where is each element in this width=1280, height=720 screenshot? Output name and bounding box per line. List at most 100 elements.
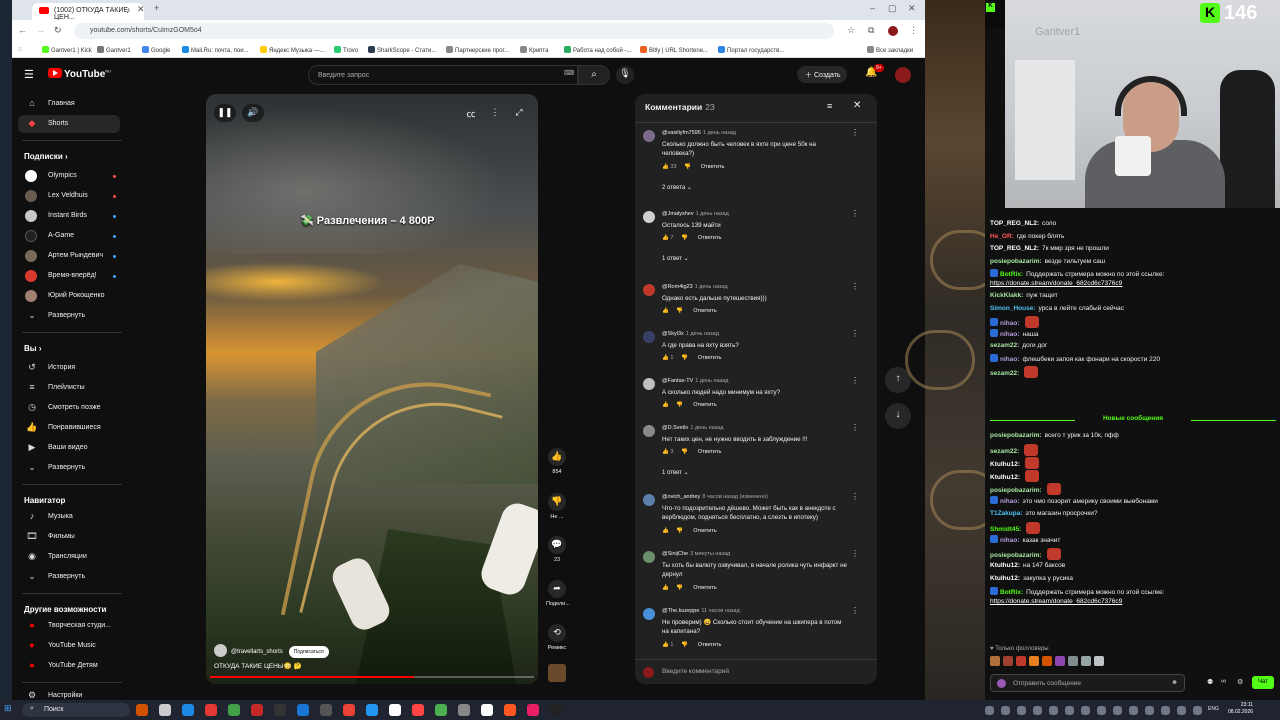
comments-button[interactable]: 💬 23: [546, 536, 568, 563]
sidebar-subscription[interactable]: Артем Рындевич: [18, 247, 120, 265]
close-icon[interactable]: ✕: [853, 100, 861, 111]
comment-author[interactable]: @ovich_andrey: [662, 494, 700, 500]
reply-button[interactable]: Ответить: [693, 308, 717, 314]
video-caption[interactable]: ОТКУДА ТАКИЕ ЦЕНЫ😳 🤔: [214, 662, 302, 670]
clock[interactable]: 23:11 08.02.2026: [1228, 702, 1253, 716]
sidebar-expand-explore[interactable]: ⌄ Развернуть: [18, 568, 120, 586]
thumbs-up-icon[interactable]: 👍: [662, 355, 669, 361]
tray-icon[interactable]: [1001, 706, 1010, 715]
reply-button[interactable]: Ответить: [698, 449, 722, 455]
chrome-icon[interactable]: [343, 704, 355, 716]
subscribe-button[interactable]: Подписаться: [288, 646, 329, 658]
pinned-icon[interactable]: [481, 704, 493, 716]
mail-app-icon[interactable]: [389, 704, 401, 716]
edge-icon[interactable]: [297, 704, 309, 716]
more-options-button[interactable]: ⋮: [484, 104, 506, 122]
bookmark[interactable]: Google: [142, 46, 170, 54]
donate-link[interactable]: https://donate.stream/donate_682cd6c7376…: [990, 280, 1122, 287]
tray-icon[interactable]: [1081, 706, 1090, 715]
show-replies-button[interactable]: 1 ответ ⌄: [662, 469, 689, 476]
tray-icon[interactable]: [1177, 706, 1186, 715]
chat-username[interactable]: nihao:: [1000, 537, 1020, 544]
files-icon[interactable]: [366, 704, 378, 716]
dislike-button[interactable]: 👎 Не ...: [546, 493, 568, 520]
notion-icon[interactable]: [550, 704, 562, 716]
comment-author[interactable]: @vasiliyfm7595: [662, 130, 701, 136]
captions-button[interactable]: ㏄: [460, 104, 482, 122]
next-short-button[interactable]: ↓: [885, 403, 911, 429]
commenter-avatar[interactable]: [643, 284, 655, 296]
chat-username[interactable]: TOP_REG_NL2:: [990, 245, 1039, 252]
chat-username[interactable]: sezam22:: [990, 370, 1019, 377]
account-avatar[interactable]: [895, 67, 911, 83]
thumbs-down-icon[interactable]: 👎: [681, 235, 688, 241]
chat-username[interactable]: sezam22:: [990, 448, 1019, 455]
like-button[interactable]: 👍 854: [546, 448, 568, 475]
volume-button[interactable]: 🔊: [242, 104, 264, 122]
thumbs-up-icon[interactable]: 👍: [662, 642, 669, 648]
remix-button[interactable]: ⟲ Ремикс: [546, 624, 568, 651]
epic-icon[interactable]: [274, 704, 286, 716]
sidebar-item-live[interactable]: ◉ Трансляции: [18, 548, 120, 566]
subscriptions-header[interactable]: Подписки ›: [24, 152, 68, 161]
yandex-icon[interactable]: [412, 704, 424, 716]
sidebar-subscription[interactable]: Instant Birds: [18, 207, 120, 225]
tray-icon[interactable]: [1161, 706, 1170, 715]
reply-button[interactable]: Ответить: [698, 355, 722, 361]
emote-icon[interactable]: [990, 656, 1000, 666]
bookmark[interactable]: Портал государств...: [718, 46, 784, 54]
browser-menu-icon[interactable]: ⋮: [909, 25, 918, 36]
video-progress-bar[interactable]: [210, 676, 534, 678]
comment-menu-icon[interactable]: ⋮: [851, 376, 859, 385]
chat-username[interactable]: posiepobazarim:: [990, 258, 1042, 265]
link-icon[interactable]: ∞: [1221, 678, 1226, 685]
thumbs-up-icon[interactable]: 👍: [662, 449, 669, 455]
comment-menu-icon[interactable]: ⋮: [851, 606, 859, 615]
app-icon[interactable]: [527, 704, 539, 716]
bookmark[interactable]: Mail.Ru: почта, пои...: [182, 46, 249, 54]
sidebar-expand-subscriptions[interactable]: ⌄ Развернуть: [18, 307, 120, 325]
thumbs-down-icon[interactable]: 👎: [676, 528, 683, 534]
tray-icon[interactable]: [1129, 706, 1138, 715]
chat-username[interactable]: posiepobazarim:: [990, 432, 1042, 439]
reply-button[interactable]: Ответить: [698, 642, 722, 648]
minimize-icon[interactable]: –: [870, 3, 875, 13]
chat-username[interactable]: BotRix:: [1000, 271, 1023, 278]
comment-author[interactable]: @Fantas-TV: [662, 378, 693, 384]
commenter-avatar[interactable]: [643, 608, 655, 620]
all-bookmarks[interactable]: Все закладки: [867, 46, 913, 54]
emote-icon[interactable]: [1068, 656, 1078, 666]
chat-username[interactable]: posiepobazarim:: [990, 552, 1042, 559]
reply-button[interactable]: Ответить: [693, 402, 717, 408]
share-button[interactable]: ➦ Подели...: [546, 580, 570, 607]
youtube-logo[interactable]: YouTubeRU: [48, 68, 111, 80]
you-header[interactable]: Вы ›: [24, 344, 42, 353]
create-button[interactable]: ＋ Создать: [797, 66, 847, 83]
sidebar-expand-you[interactable]: ⌄ Развернуть: [18, 459, 120, 477]
bookmark[interactable]: Крипта: [520, 46, 548, 54]
show-replies-button[interactable]: 1 ответ ⌄: [662, 255, 689, 262]
thumbs-up-icon[interactable]: 👍: [662, 235, 669, 241]
chat-input[interactable]: Отправить сообщение ☻: [990, 674, 1185, 692]
chat-username[interactable]: nihao:: [1000, 356, 1020, 363]
emote-icon[interactable]: [1094, 656, 1104, 666]
tray-icon[interactable]: [1113, 706, 1122, 715]
chat-username[interactable]: Ktulhu12:: [990, 474, 1020, 481]
sidebar-item-yt-kids[interactable]: ● YouTube Детям: [18, 657, 120, 675]
emote-icon[interactable]: [1042, 656, 1052, 666]
audio-track-thumb[interactable]: [546, 664, 568, 685]
channel-avatar[interactable]: [214, 644, 227, 657]
chat-username[interactable]: Ktulhu12:: [990, 575, 1020, 582]
rambler-icon[interactable]: [205, 704, 217, 716]
reply-button[interactable]: Ответить: [698, 235, 722, 241]
sidebar-item-settings[interactable]: ⚙ Настройки: [18, 688, 120, 700]
sidebar-item-liked[interactable]: 👍 Понравившиеся: [18, 419, 120, 437]
sidebar-subscription[interactable]: Юрий Рокощенко: [18, 287, 120, 305]
windows-start-icon[interactable]: ⊞: [4, 703, 16, 715]
sidebar-item-home[interactable]: ⌂ Главная: [18, 95, 120, 113]
tray-icon[interactable]: [1065, 706, 1074, 715]
commenter-avatar[interactable]: [643, 378, 655, 390]
comment-input[interactable]: Введите комментарий: [635, 659, 877, 684]
sort-icon[interactable]: ≡: [827, 101, 832, 111]
chat-username[interactable]: nihao:: [1000, 320, 1020, 327]
